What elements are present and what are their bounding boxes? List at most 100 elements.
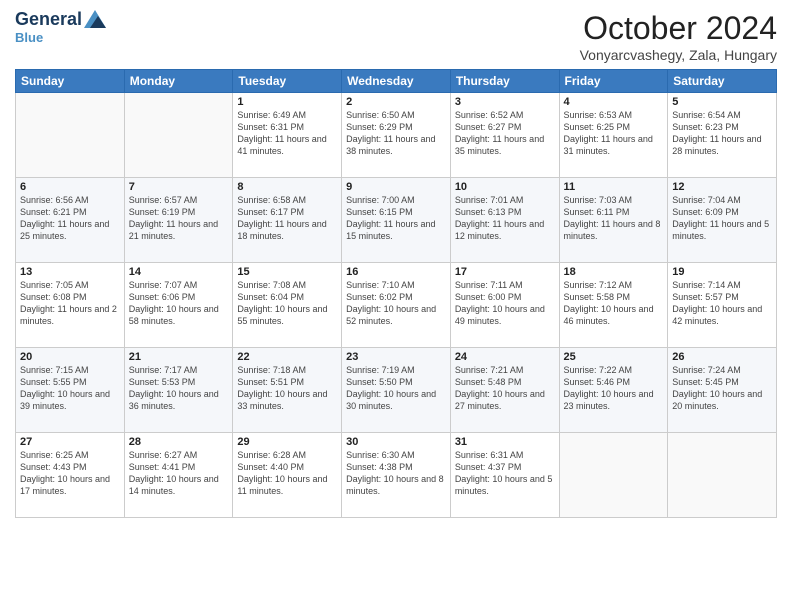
- day-number: 22: [237, 351, 337, 363]
- calendar-cell: [668, 433, 777, 518]
- day-number: 27: [20, 436, 120, 448]
- calendar-cell: 24Sunrise: 7:21 AMSunset: 5:48 PMDayligh…: [450, 348, 559, 433]
- cell-content: Sunrise: 7:03 AMSunset: 6:11 PMDaylight:…: [564, 194, 664, 243]
- logo-general: General: [15, 10, 82, 30]
- calendar-cell: 5Sunrise: 6:54 AMSunset: 6:23 PMDaylight…: [668, 93, 777, 178]
- calendar-cell: 23Sunrise: 7:19 AMSunset: 5:50 PMDayligh…: [342, 348, 451, 433]
- day-number: 6: [20, 181, 120, 193]
- day-number: 5: [672, 96, 772, 108]
- calendar-cell: 27Sunrise: 6:25 AMSunset: 4:43 PMDayligh…: [16, 433, 125, 518]
- calendar-cell: 13Sunrise: 7:05 AMSunset: 6:08 PMDayligh…: [16, 263, 125, 348]
- calendar-cell: 3Sunrise: 6:52 AMSunset: 6:27 PMDaylight…: [450, 93, 559, 178]
- calendar-cell: [124, 93, 233, 178]
- cell-content: Sunrise: 6:54 AMSunset: 6:23 PMDaylight:…: [672, 109, 772, 158]
- cell-content: Sunrise: 6:30 AMSunset: 4:38 PMDaylight:…: [346, 449, 446, 498]
- calendar-cell: 6Sunrise: 6:56 AMSunset: 6:21 PMDaylight…: [16, 178, 125, 263]
- cell-content: Sunrise: 7:24 AMSunset: 5:45 PMDaylight:…: [672, 364, 772, 413]
- title-block: October 2024 Vonyarcvashegy, Zala, Hunga…: [580, 10, 777, 63]
- header: General Blue October 2024 Vonyarcvashegy…: [15, 10, 777, 63]
- calendar-week-row: 20Sunrise: 7:15 AMSunset: 5:55 PMDayligh…: [16, 348, 777, 433]
- cell-content: Sunrise: 7:22 AMSunset: 5:46 PMDaylight:…: [564, 364, 664, 413]
- main-title: October 2024: [580, 10, 777, 47]
- col-friday: Friday: [559, 70, 668, 93]
- calendar-cell: 21Sunrise: 7:17 AMSunset: 5:53 PMDayligh…: [124, 348, 233, 433]
- calendar-cell: 8Sunrise: 6:58 AMSunset: 6:17 PMDaylight…: [233, 178, 342, 263]
- cell-content: Sunrise: 6:49 AMSunset: 6:31 PMDaylight:…: [237, 109, 337, 158]
- subtitle: Vonyarcvashegy, Zala, Hungary: [580, 47, 777, 63]
- cell-content: Sunrise: 6:57 AMSunset: 6:19 PMDaylight:…: [129, 194, 229, 243]
- cell-content: Sunrise: 6:27 AMSunset: 4:41 PMDaylight:…: [129, 449, 229, 498]
- day-number: 8: [237, 181, 337, 193]
- calendar-cell: 15Sunrise: 7:08 AMSunset: 6:04 PMDayligh…: [233, 263, 342, 348]
- cell-content: Sunrise: 7:10 AMSunset: 6:02 PMDaylight:…: [346, 279, 446, 328]
- calendar-cell: 30Sunrise: 6:30 AMSunset: 4:38 PMDayligh…: [342, 433, 451, 518]
- cell-content: Sunrise: 6:50 AMSunset: 6:29 PMDaylight:…: [346, 109, 446, 158]
- cell-content: Sunrise: 6:56 AMSunset: 6:21 PMDaylight:…: [20, 194, 120, 243]
- day-number: 20: [20, 351, 120, 363]
- day-number: 26: [672, 351, 772, 363]
- calendar-week-row: 1Sunrise: 6:49 AMSunset: 6:31 PMDaylight…: [16, 93, 777, 178]
- day-number: 17: [455, 266, 555, 278]
- logo: General Blue: [15, 10, 106, 45]
- day-number: 13: [20, 266, 120, 278]
- calendar-week-row: 13Sunrise: 7:05 AMSunset: 6:08 PMDayligh…: [16, 263, 777, 348]
- day-number: 28: [129, 436, 229, 448]
- calendar-cell: 31Sunrise: 6:31 AMSunset: 4:37 PMDayligh…: [450, 433, 559, 518]
- calendar-table: Sunday Monday Tuesday Wednesday Thursday…: [15, 69, 777, 518]
- col-sunday: Sunday: [16, 70, 125, 93]
- cell-content: Sunrise: 7:11 AMSunset: 6:00 PMDaylight:…: [455, 279, 555, 328]
- cell-content: Sunrise: 6:31 AMSunset: 4:37 PMDaylight:…: [455, 449, 555, 498]
- calendar-cell: 28Sunrise: 6:27 AMSunset: 4:41 PMDayligh…: [124, 433, 233, 518]
- cell-content: Sunrise: 7:04 AMSunset: 6:09 PMDaylight:…: [672, 194, 772, 243]
- calendar-cell: 17Sunrise: 7:11 AMSunset: 6:00 PMDayligh…: [450, 263, 559, 348]
- cell-content: Sunrise: 7:08 AMSunset: 6:04 PMDaylight:…: [237, 279, 337, 328]
- cell-content: Sunrise: 7:01 AMSunset: 6:13 PMDaylight:…: [455, 194, 555, 243]
- calendar-cell: [559, 433, 668, 518]
- calendar-header-row: Sunday Monday Tuesday Wednesday Thursday…: [16, 70, 777, 93]
- calendar-cell: 4Sunrise: 6:53 AMSunset: 6:25 PMDaylight…: [559, 93, 668, 178]
- day-number: 11: [564, 181, 664, 193]
- day-number: 14: [129, 266, 229, 278]
- calendar-cell: 12Sunrise: 7:04 AMSunset: 6:09 PMDayligh…: [668, 178, 777, 263]
- calendar-cell: 19Sunrise: 7:14 AMSunset: 5:57 PMDayligh…: [668, 263, 777, 348]
- day-number: 3: [455, 96, 555, 108]
- calendar-cell: 25Sunrise: 7:22 AMSunset: 5:46 PMDayligh…: [559, 348, 668, 433]
- day-number: 25: [564, 351, 664, 363]
- day-number: 1: [237, 96, 337, 108]
- col-monday: Monday: [124, 70, 233, 93]
- cell-content: Sunrise: 7:00 AMSunset: 6:15 PMDaylight:…: [346, 194, 446, 243]
- day-number: 21: [129, 351, 229, 363]
- day-number: 30: [346, 436, 446, 448]
- calendar-cell: 14Sunrise: 7:07 AMSunset: 6:06 PMDayligh…: [124, 263, 233, 348]
- calendar-cell: 16Sunrise: 7:10 AMSunset: 6:02 PMDayligh…: [342, 263, 451, 348]
- cell-content: Sunrise: 7:15 AMSunset: 5:55 PMDaylight:…: [20, 364, 120, 413]
- calendar-week-row: 6Sunrise: 6:56 AMSunset: 6:21 PMDaylight…: [16, 178, 777, 263]
- calendar-cell: 11Sunrise: 7:03 AMSunset: 6:11 PMDayligh…: [559, 178, 668, 263]
- calendar-cell: 26Sunrise: 7:24 AMSunset: 5:45 PMDayligh…: [668, 348, 777, 433]
- cell-content: Sunrise: 7:21 AMSunset: 5:48 PMDaylight:…: [455, 364, 555, 413]
- col-thursday: Thursday: [450, 70, 559, 93]
- calendar-cell: [16, 93, 125, 178]
- calendar-cell: 7Sunrise: 6:57 AMSunset: 6:19 PMDaylight…: [124, 178, 233, 263]
- cell-content: Sunrise: 6:52 AMSunset: 6:27 PMDaylight:…: [455, 109, 555, 158]
- cell-content: Sunrise: 7:17 AMSunset: 5:53 PMDaylight:…: [129, 364, 229, 413]
- cell-content: Sunrise: 7:12 AMSunset: 5:58 PMDaylight:…: [564, 279, 664, 328]
- cell-content: Sunrise: 6:25 AMSunset: 4:43 PMDaylight:…: [20, 449, 120, 498]
- calendar-cell: 29Sunrise: 6:28 AMSunset: 4:40 PMDayligh…: [233, 433, 342, 518]
- calendar-cell: 9Sunrise: 7:00 AMSunset: 6:15 PMDaylight…: [342, 178, 451, 263]
- day-number: 12: [672, 181, 772, 193]
- day-number: 9: [346, 181, 446, 193]
- calendar-cell: 10Sunrise: 7:01 AMSunset: 6:13 PMDayligh…: [450, 178, 559, 263]
- logo-icon: [84, 10, 106, 28]
- calendar-cell: 22Sunrise: 7:18 AMSunset: 5:51 PMDayligh…: [233, 348, 342, 433]
- col-saturday: Saturday: [668, 70, 777, 93]
- logo-blue: Blue: [15, 30, 43, 45]
- cell-content: Sunrise: 7:05 AMSunset: 6:08 PMDaylight:…: [20, 279, 120, 328]
- calendar-week-row: 27Sunrise: 6:25 AMSunset: 4:43 PMDayligh…: [16, 433, 777, 518]
- cell-content: Sunrise: 7:19 AMSunset: 5:50 PMDaylight:…: [346, 364, 446, 413]
- day-number: 15: [237, 266, 337, 278]
- cell-content: Sunrise: 7:14 AMSunset: 5:57 PMDaylight:…: [672, 279, 772, 328]
- day-number: 4: [564, 96, 664, 108]
- day-number: 18: [564, 266, 664, 278]
- cell-content: Sunrise: 7:18 AMSunset: 5:51 PMDaylight:…: [237, 364, 337, 413]
